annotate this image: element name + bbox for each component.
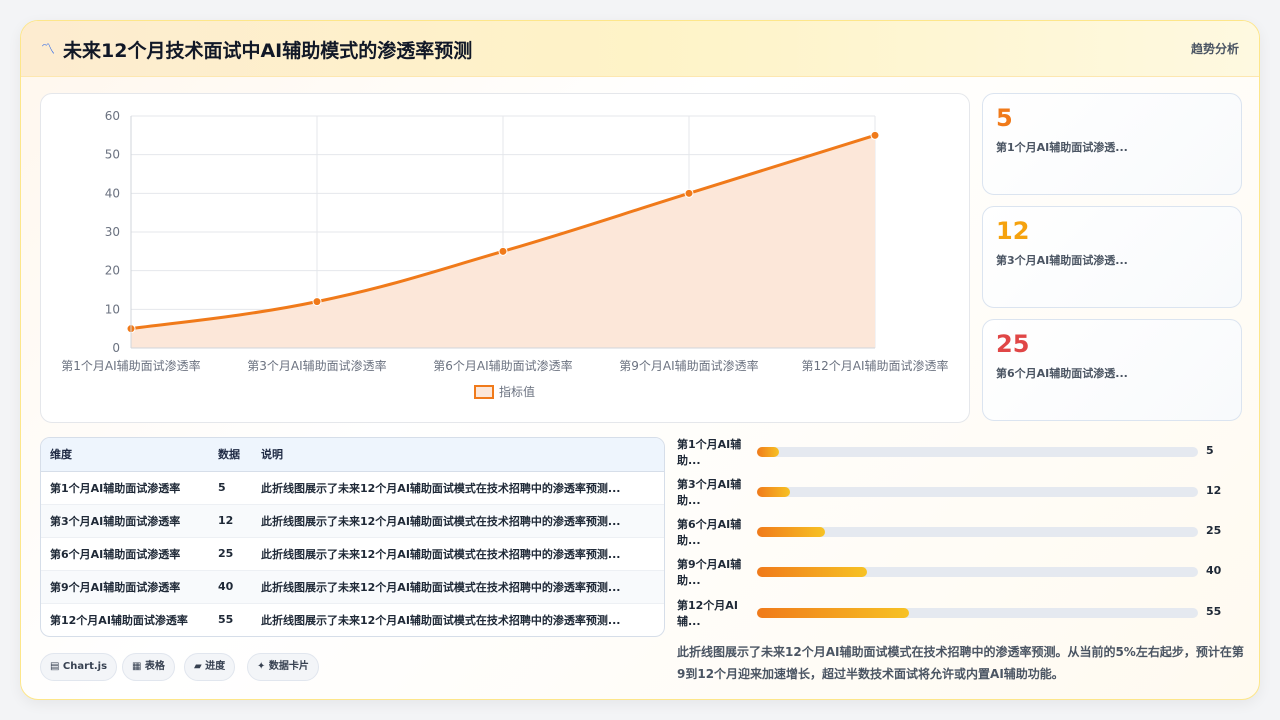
line-chart: 0 10 20 30 40 50 60 第1个月AI辅助面试渗透率 第3个月AI辅助面试渗透率 第… (61, 109, 949, 399)
cell-description: 此折线图展示了未来12个月AI辅助面试模式在技术招聘中的渗透率预测... (252, 504, 664, 538)
table-row: 第6个月AI辅助面试渗透率 25 此折线图展示了未来12个月AI辅助面试模式在技… (41, 537, 664, 571)
progress-row: 第3个月AI辅助... 12 (677, 477, 1247, 513)
progress-track (757, 567, 1198, 577)
trend-analysis-badge: 趋势分析 (1190, 42, 1239, 56)
stat-card-month-3: 12 第3个月AI辅助面试渗透... (982, 206, 1242, 308)
x-tick-label: 第6个月AI辅助面试渗透率 (433, 358, 572, 373)
data-point (870, 130, 880, 140)
y-tick-label: 20 (105, 264, 120, 278)
progress-value: 5 (1206, 444, 1214, 457)
y-tick-label: 40 (105, 186, 120, 200)
stat-card-month-6: 25 第6个月AI辅助面试渗透... (982, 319, 1242, 421)
dashboard-card: 〽 未来12个月技术面试中AI辅助模式的渗透率预测 趋势分析 0 10 20 30 40… (20, 20, 1260, 700)
progress-track (757, 447, 1198, 457)
chip-data-cards[interactable]: ✦ 数据卡片 (247, 653, 319, 681)
y-tick-label: 60 (105, 109, 120, 123)
progress-label: 第3个月AI辅助... (677, 478, 742, 507)
chart-description: 此折线图展示了未来12个月AI辅助面试模式在技术招聘中的渗透率预测。从当前的5%… (677, 645, 1244, 681)
progress-label: 第6个月AI辅助... (677, 518, 742, 547)
column-header-description: 说明 (252, 438, 664, 472)
cell-description: 此折线图展示了未来12个月AI辅助面试模式在技术招聘中的渗透率预测... (252, 537, 664, 571)
progress-label: 第12个月AI辅... (677, 599, 738, 628)
chip-table[interactable]: ▦ 表格 (122, 653, 175, 681)
chip-progress[interactable]: ▰ 进度 (184, 653, 236, 681)
y-tick-label: 10 (105, 302, 120, 316)
y-tick-label: 0 (112, 341, 120, 355)
data-point (312, 297, 322, 307)
cell-dimension: 第9个月AI辅助面试渗透率 (41, 570, 209, 604)
table-row: 第1个月AI辅助面试渗透率 5 此折线图展示了未来12个月AI辅助面试模式在技术… (41, 471, 664, 505)
cell-dimension: 第3个月AI辅助面试渗透率 (41, 504, 209, 538)
cell-value: 40 (209, 570, 252, 604)
cell-value: 25 (209, 537, 252, 571)
y-tick-label: 30 (105, 225, 120, 239)
stat-label: 第1个月AI辅助面试渗透... (996, 141, 1128, 154)
progress-row: 第12个月AI辅... 55 (677, 598, 1247, 634)
stat-value: 25 (996, 330, 1030, 358)
progress-fill (757, 487, 791, 497)
cell-value: 5 (209, 471, 252, 505)
cell-description: 此折线图展示了未来12个月AI辅助面试模式在技术招聘中的渗透率预测... (261, 613, 621, 627)
x-tick-label: 第1个月AI辅助面试渗透率 (61, 358, 200, 373)
progress-value: 55 (1206, 605, 1222, 618)
progress-track (757, 487, 1198, 497)
stat-card-month-1: 5 第1个月AI辅助面试渗透... (982, 93, 1242, 195)
stat-label: 第6个月AI辅助面试渗透... (996, 367, 1128, 380)
progress-row: 第1个月AI辅助... 5 (677, 437, 1247, 473)
cell-dimension: 第6个月AI辅助面试渗透率 (41, 537, 209, 571)
progress-track (757, 527, 1198, 537)
legend-label: 指标值 (499, 384, 535, 399)
header-bar: 〽 未来12个月技术面试中AI辅助模式的渗透率预测 趋势分析 (21, 21, 1259, 77)
x-tick-label: 第12个月AI辅助面试渗透率 (801, 358, 948, 373)
table-row: 第3个月AI辅助面试渗透率 12 此折线图展示了未来12个月AI辅助面试模式在技… (41, 504, 664, 538)
column-header-data: 数据 (209, 438, 252, 472)
progress-fill (757, 567, 868, 577)
x-tick-label: 第9个月AI辅助面试渗透率 (619, 358, 758, 373)
progress-value: 12 (1206, 484, 1222, 497)
progress-label: 第9个月AI辅助... (677, 558, 742, 587)
progress-track (757, 608, 1198, 618)
cell-description: 此折线图展示了未来12个月AI辅助面试模式在技术招聘中的渗透率预测... (252, 570, 664, 604)
progress-fill (757, 447, 780, 457)
legend-swatch (474, 385, 494, 399)
data-point (498, 246, 508, 256)
y-tick-label: 50 (105, 148, 120, 162)
stat-label: 第3个月AI辅助面试渗透... (996, 254, 1128, 267)
progress-row: 第6个月AI辅助... 25 (677, 517, 1247, 553)
cell-value: 55 (218, 613, 234, 627)
chip-chartjs[interactable]: ▤ Chart.js (40, 653, 118, 681)
table-header-row: 维度 数据 说明 (41, 438, 664, 472)
table-row: 第12个月AI辅助面试渗透率 55 此折线图展示了未来12个月AI辅助面试模式在… (41, 603, 664, 636)
progress-value: 40 (1206, 564, 1222, 577)
stat-value: 5 (996, 104, 1013, 132)
line-chart-panel: 0 10 20 30 40 50 60 第1个月AI辅助面试渗透率 第3个月AI辅助面试渗透率 第… (40, 93, 970, 423)
data-point (684, 188, 694, 198)
progress-label: 第1个月AI辅助... (677, 438, 742, 467)
table-row: 第9个月AI辅助面试渗透率 40 此折线图展示了未来12个月AI辅助面试模式在技… (41, 570, 664, 604)
x-tick-label: 第3个月AI辅助面试渗透率 (247, 358, 386, 373)
stat-value: 12 (996, 217, 1030, 245)
cell-dimension: 第12个月AI辅助面试渗透率 (50, 613, 188, 627)
progress-fill (757, 608, 909, 618)
progress-value: 25 (1206, 524, 1222, 537)
data-table: 维度 数据 说明 第1个月AI辅助面试渗透率 5 此折线图展示了未来12个月AI… (40, 437, 665, 637)
cell-description: 此折线图展示了未来12个月AI辅助面试模式在技术招聘中的渗透率预测... (252, 471, 664, 505)
column-header-dimension: 维度 (41, 438, 209, 472)
cell-dimension: 第1个月AI辅助面试渗透率 (41, 471, 209, 505)
progress-row: 第9个月AI辅助... 40 (677, 557, 1247, 593)
page-title: 未来12个月技术面试中AI辅助模式的渗透率预测 (63, 40, 473, 62)
cell-value: 12 (209, 504, 252, 538)
chart-line-icon: 〽 (41, 42, 55, 58)
progress-fill (757, 527, 826, 537)
